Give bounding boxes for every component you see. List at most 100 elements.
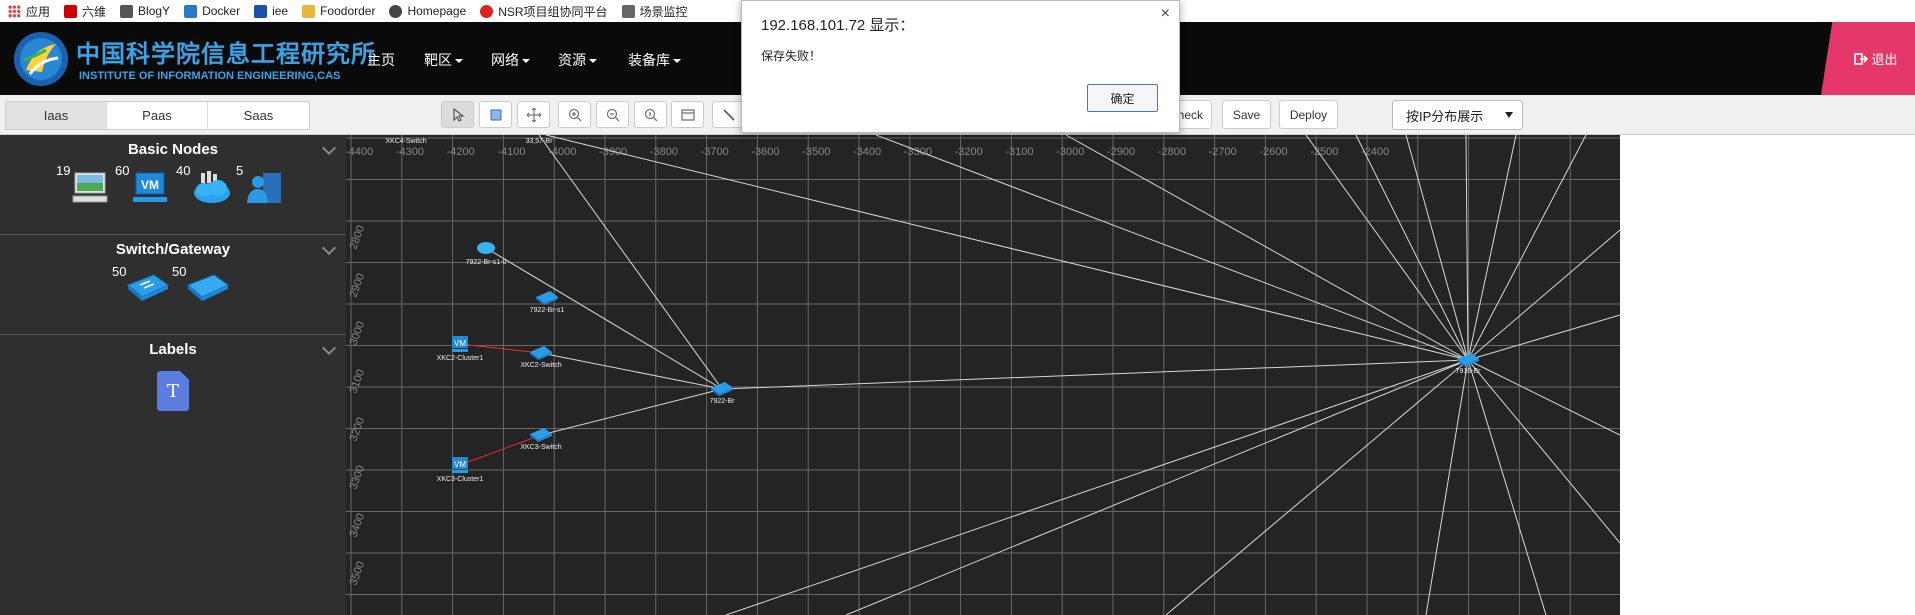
service-tabs: Iaas Paas Saas (5, 101, 310, 130)
link-line[interactable] (1165, 359, 1469, 615)
move-icon (526, 107, 541, 122)
chevron-down-icon (522, 59, 530, 64)
x-tick-label: -4200 (447, 146, 475, 158)
bookmark-item[interactable]: Docker (184, 4, 240, 18)
link-line[interactable] (1467, 229, 1620, 361)
link-line[interactable] (1467, 135, 1587, 361)
select-tool-button[interactable] (441, 101, 474, 128)
panel-title: Basic Nodes (127, 141, 219, 158)
connector-line-icon (722, 108, 735, 121)
nsr-icon (480, 4, 494, 18)
link-line[interactable] (1467, 359, 1620, 436)
tab-paas[interactable]: Paas (107, 102, 208, 129)
bookmark-item[interactable]: iee (254, 4, 288, 18)
chevron-down-icon (455, 59, 463, 64)
nav-resources[interactable]: 资源 (558, 50, 597, 70)
cloud-node-icon[interactable] (192, 171, 232, 205)
link-line[interactable] (1467, 135, 1517, 361)
node-label: 33,57-Br (526, 138, 554, 145)
y-tick-label: 3400 (348, 512, 368, 539)
y-tick-label: 3500 (348, 560, 368, 587)
switch-node[interactable] (536, 291, 558, 305)
chevron-down-icon (589, 59, 597, 64)
panel-title: Switch/Gateway (115, 241, 231, 258)
rect-select-button[interactable] (479, 101, 512, 128)
zoom-in-button[interactable] (558, 101, 591, 128)
x-tick-label: -4000 (548, 146, 576, 158)
fit-view-button[interactable] (671, 101, 704, 128)
ok-button[interactable]: 确定 (1087, 84, 1158, 112)
gateway-node-icon[interactable] (186, 273, 230, 303)
user-count: 5 (236, 163, 244, 178)
zoom-reset-button[interactable] (634, 101, 667, 128)
link-line[interactable] (1465, 135, 1469, 361)
switch-node[interactable] (530, 428, 552, 442)
person-icon (389, 4, 403, 18)
x-tick-label: -2500 (1310, 146, 1338, 158)
link-line[interactable] (1355, 135, 1469, 361)
link-line[interactable] (1405, 135, 1469, 361)
node-label: 7922-Br (710, 398, 736, 405)
save-button[interactable]: Save (1222, 100, 1271, 129)
tab-saas[interactable]: Saas (208, 102, 309, 129)
link-line[interactable] (1065, 135, 1469, 361)
logo-chinese-text: 中国科学院信息工程研究所 (76, 39, 376, 68)
node-label: XKC3-Cluster1 (437, 476, 484, 483)
sixv-icon (64, 4, 78, 18)
link-line[interactable] (540, 352, 723, 390)
link-line[interactable] (1467, 314, 1620, 361)
cloud-node[interactable] (477, 242, 495, 254)
nav-home[interactable]: 主页 (367, 50, 395, 70)
link-line[interactable] (875, 135, 1469, 361)
y-tick-label: 2900 (348, 272, 368, 299)
vm-cluster-node[interactable]: VM (452, 336, 468, 352)
dialog-title: 192.168.101.72 显示： (761, 17, 915, 34)
gateway-count: 50 (172, 264, 187, 279)
x-tick-label: -4400 (346, 146, 373, 158)
hub-router-node[interactable] (1457, 353, 1479, 367)
close-icon[interactable]: × (1161, 5, 1170, 23)
bookmark-item[interactable]: NSR项目组协同平台 (480, 3, 608, 20)
nav-range[interactable]: 靶区 (424, 50, 463, 70)
pointer-icon (452, 107, 465, 122)
vm-cluster-node[interactable]: VM (452, 457, 468, 473)
bookmark-item[interactable]: Homepage (389, 4, 466, 18)
nav-network[interactable]: 网络 (491, 50, 530, 70)
y-tick-label: 3300 (348, 464, 368, 491)
bookmark-item[interactable]: 场景监控 (621, 3, 688, 20)
nav-equipment[interactable]: 装备库 (628, 50, 681, 70)
apps-grid-icon (8, 4, 21, 18)
topology-canvas[interactable]: -4400 -4300 -4200 -4100 -4000 -3900 -3800 -3700… (346, 135, 1620, 615)
vm-node-icon[interactable]: VM (132, 171, 168, 205)
tab-iaas[interactable]: Iaas (6, 102, 107, 129)
link-line[interactable] (845, 359, 1469, 615)
user-node-icon[interactable] (245, 171, 283, 205)
switch-node[interactable] (530, 346, 552, 360)
x-tick-label: -2800 (1158, 146, 1186, 158)
zoom-out-button[interactable] (596, 101, 629, 128)
pan-tool-button[interactable] (517, 101, 550, 128)
text-label-icon[interactable]: T (157, 371, 189, 411)
dialog-message: 保存失败！ (761, 49, 822, 63)
bookmark-item[interactable]: BlogY (120, 4, 170, 18)
switch-node-icon[interactable] (126, 273, 170, 303)
y-tick-label: 3200 (348, 416, 368, 443)
node-label: 7922-Br-s1-0 (466, 259, 507, 266)
link-line[interactable] (1467, 359, 1547, 615)
link-line[interactable] (725, 359, 1469, 615)
layout-select[interactable]: 按IP分布展示 (1392, 100, 1523, 130)
vm-count: 60 (115, 163, 130, 178)
topology-graph[interactable]: -4400 -4300 -4200 -4100 -4000 -3900 -3800 -3700… (346, 135, 1620, 615)
logout-button[interactable]: 退出 (1821, 22, 1915, 95)
link-line[interactable] (1425, 359, 1469, 615)
pc-node-icon[interactable] (72, 171, 108, 205)
link-line[interactable] (721, 359, 1469, 390)
bookmark-item[interactable]: Foodorder (302, 4, 375, 18)
bookmark-item[interactable]: 六维 (64, 3, 106, 20)
panel-title: Labels (149, 341, 197, 358)
bookmark-item[interactable]: 应用 (8, 3, 50, 20)
svg-text:VM: VM (454, 460, 466, 469)
x-tick-label: -3600 (751, 146, 779, 158)
deploy-button[interactable]: Deploy (1279, 100, 1338, 129)
x-tick-label: -3800 (650, 146, 678, 158)
